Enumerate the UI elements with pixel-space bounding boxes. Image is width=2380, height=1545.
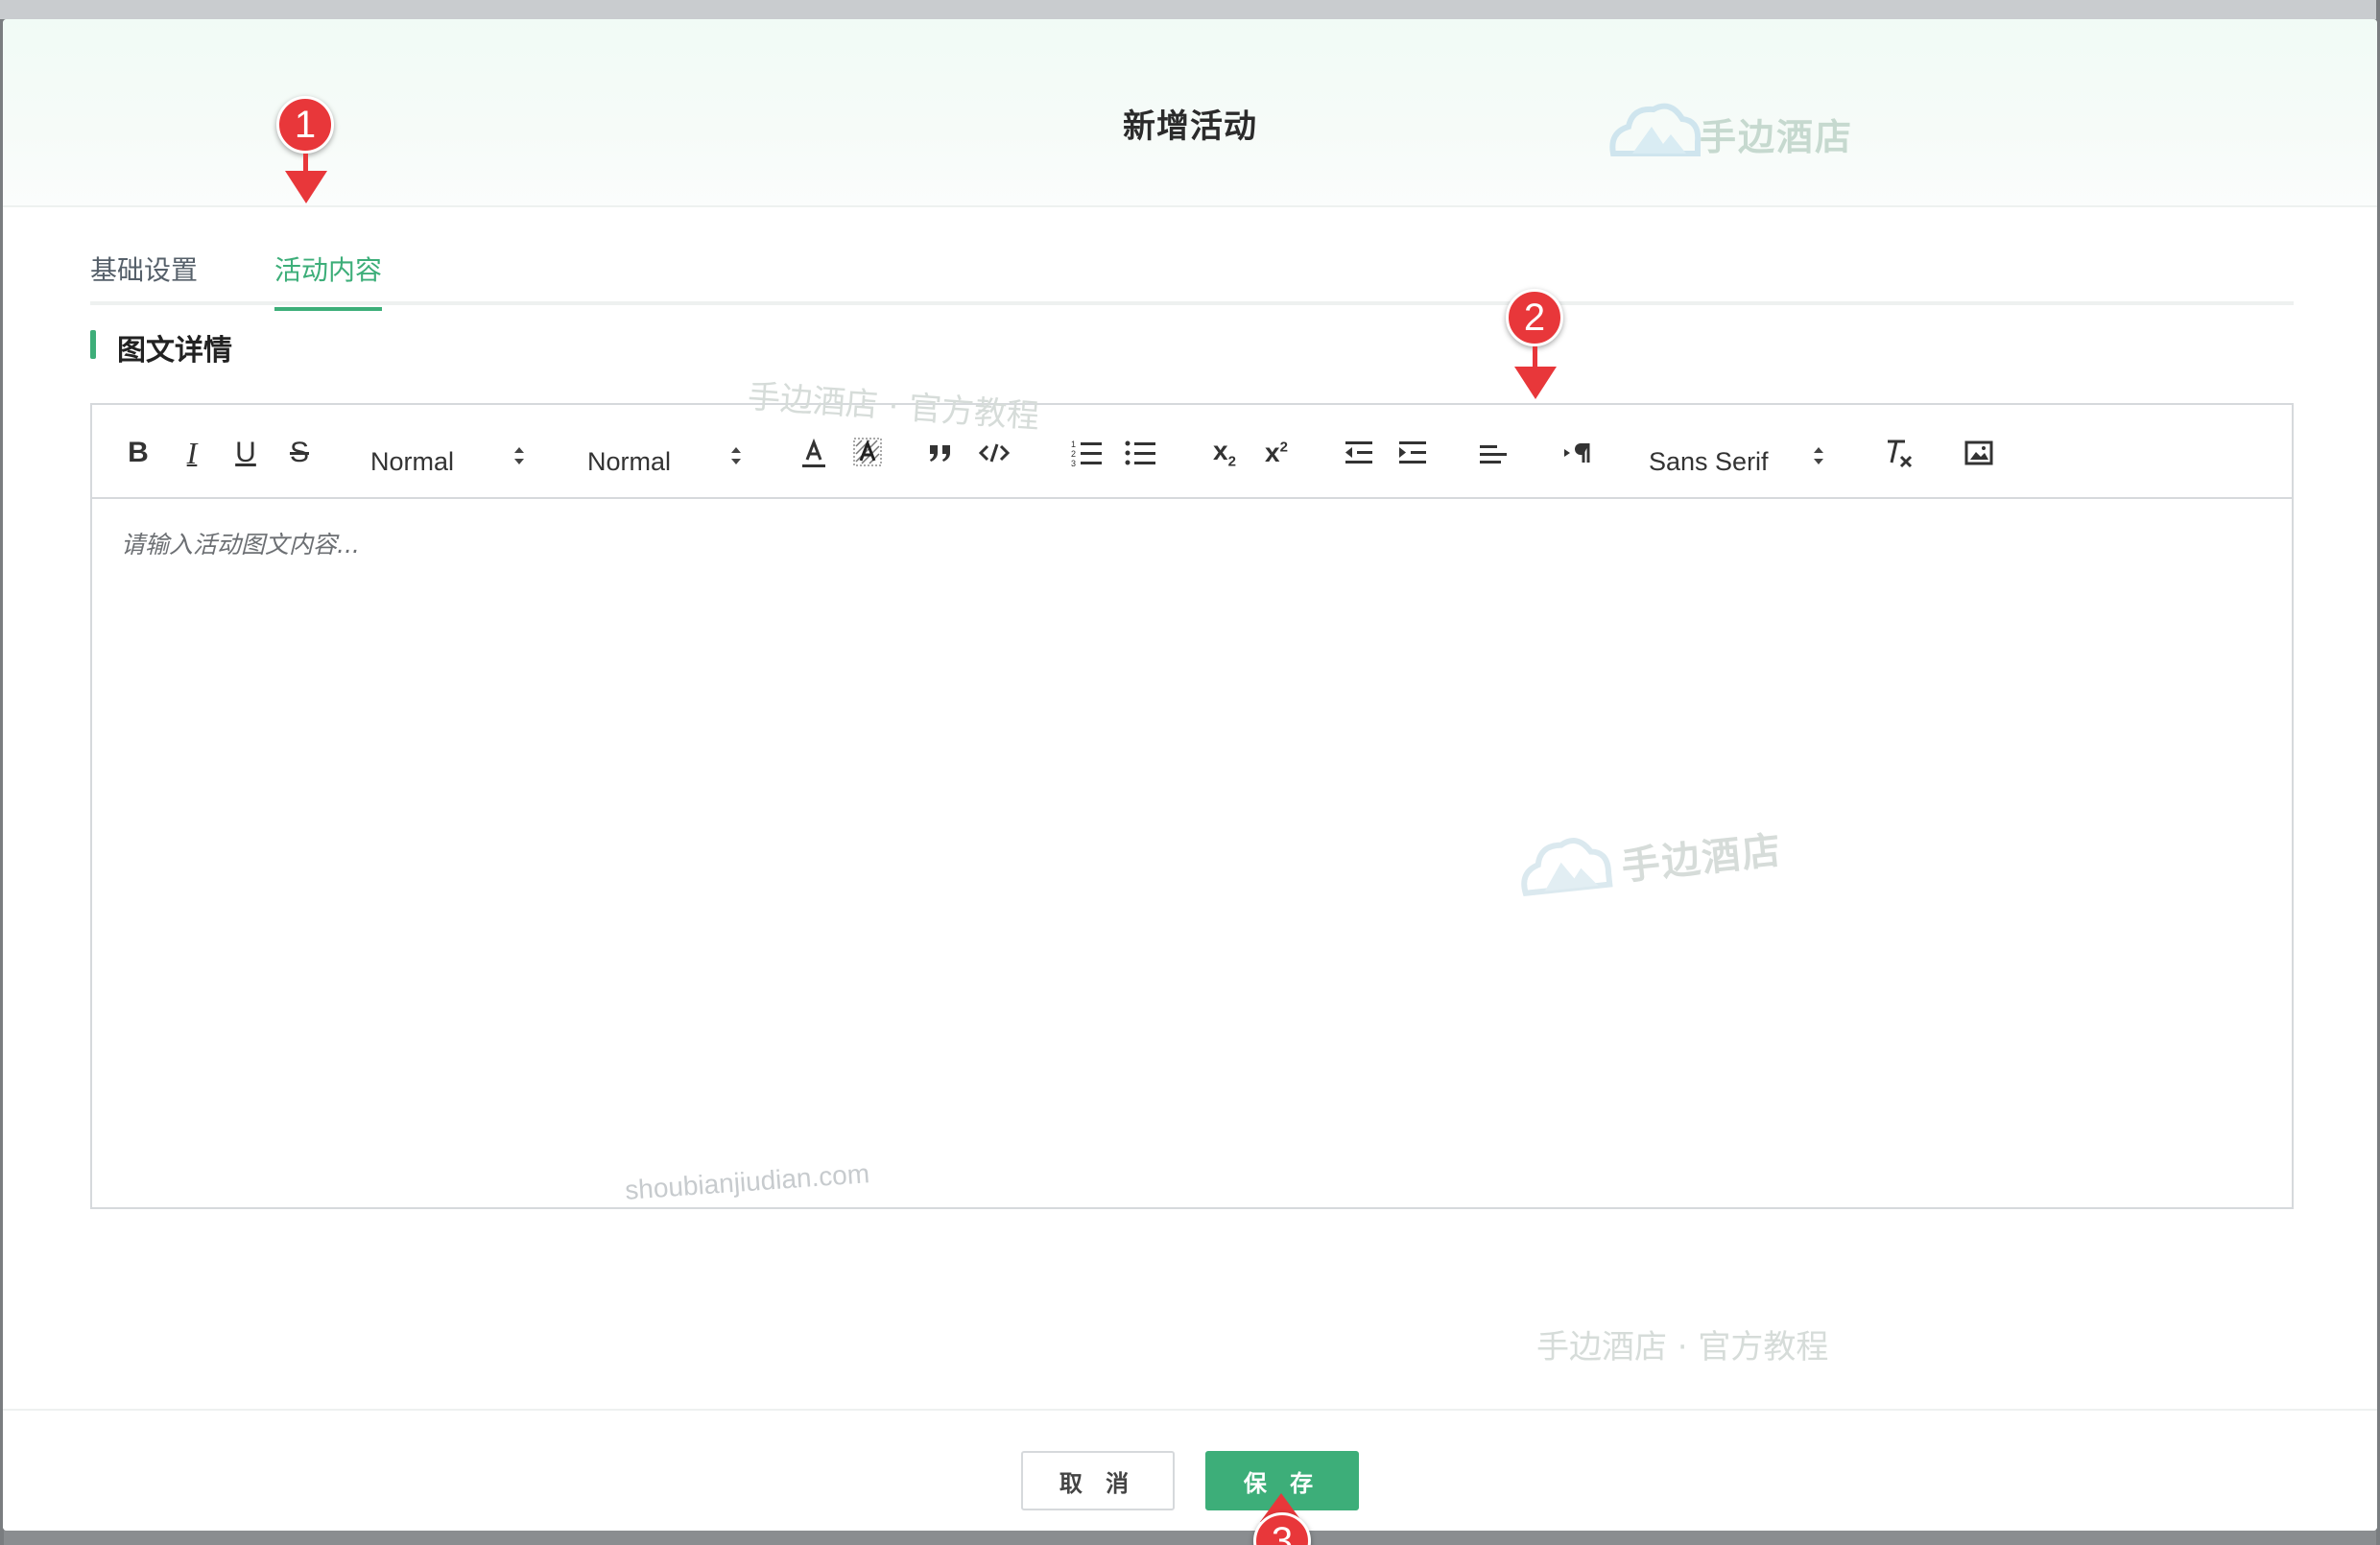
modal-title: 新增活动 (1123, 107, 1257, 146)
font-family-select[interactable]: Sans Serif (1649, 447, 1769, 477)
ordered-list-button[interactable]: 1 2 3 (1067, 436, 1106, 470)
superscript-button[interactable]: x2 (1257, 436, 1296, 470)
align-button[interactable] (1474, 436, 1512, 470)
outdent-button[interactable] (1340, 436, 1378, 470)
bold-icon: B (128, 437, 149, 468)
superscript-icon: x2 (1265, 438, 1288, 467)
editor-toolbar: B I U S Normal Normal 1 2 3 x2 x2 Sans S… (92, 405, 2292, 499)
italic-button[interactable]: I (175, 436, 209, 470)
callout-marker-1: 1 (276, 96, 334, 154)
svg-text:3: 3 (1071, 459, 1076, 467)
code-icon (978, 443, 1011, 463)
editor-placeholder: 请输入活动图文内容... (121, 531, 360, 559)
select-arrows-icon (1814, 447, 1823, 464)
quote-icon (930, 445, 950, 462)
tab-activity-content[interactable]: 活动内容 (274, 250, 383, 311)
font-color-icon (802, 438, 825, 467)
outdent-icon (1345, 441, 1372, 464)
background-color-button[interactable] (850, 436, 885, 470)
cancel-button[interactable]: 取 消 (1021, 1451, 1175, 1510)
ordered-list-icon: 1 2 3 (1071, 440, 1102, 467)
strikethrough-button[interactable]: S (282, 436, 317, 470)
editor-content-area[interactable]: 请输入活动图文内容... (92, 499, 2292, 1209)
section-title: 图文详情 (117, 334, 232, 368)
add-activity-modal: 新增活动 手边酒店 基础设置 活动内容 图文详情 B I U S Normal … (3, 19, 2377, 1531)
modal-header: 新增活动 手边酒店 (3, 19, 2377, 207)
italic-icon: I (186, 435, 198, 470)
clear-format-icon (1888, 440, 1913, 468)
text-direction-icon (1564, 443, 1590, 463)
bullet-list-button[interactable] (1121, 436, 1159, 470)
watermark-logo-icon (1521, 838, 1613, 897)
brand-logo-text: 手边酒店 (1700, 116, 1854, 158)
clear-format-button[interactable] (1879, 436, 1917, 470)
underline-icon: U (235, 437, 256, 468)
image-icon (1964, 440, 1993, 465)
blockquote-button[interactable] (923, 436, 958, 470)
tab-basic-settings[interactable]: 基础设置 (90, 250, 198, 309)
select-arrows-icon (514, 447, 524, 464)
modal-footer: 取 消 保 存 (3, 1409, 2377, 1531)
section-accent-bar (90, 330, 96, 359)
size-select[interactable]: Normal (587, 447, 671, 477)
font-color-button[interactable] (797, 436, 831, 470)
indent-icon (1399, 441, 1426, 464)
insert-image-button[interactable] (1960, 436, 1998, 470)
subscript-icon: x2 (1213, 436, 1236, 470)
svg-text:1: 1 (1071, 440, 1076, 449)
text-direction-button[interactable] (1559, 436, 1597, 470)
strikethrough-icon: S (289, 437, 309, 468)
rich-text-editor: B I U S Normal Normal 1 2 3 x2 x2 Sans S… (90, 403, 2294, 1209)
callout-arrowhead-1 (285, 171, 327, 203)
header-select[interactable]: Normal (370, 447, 454, 477)
svg-text:2: 2 (1071, 449, 1076, 459)
subscript-button[interactable]: x2 (1205, 436, 1244, 470)
underline-button[interactable]: U (228, 436, 263, 470)
watermark-text: 手边酒店 · 官方教程 (1536, 1328, 1829, 1367)
indent-button[interactable] (1393, 436, 1432, 470)
callout-marker-2: 2 (1506, 289, 1563, 346)
bullet-list-icon (1125, 440, 1155, 465)
background-app-topbar (0, 0, 2380, 19)
select-arrows-icon (731, 447, 741, 464)
background-color-icon (853, 438, 882, 466)
callout-arrowhead-2 (1514, 367, 1557, 399)
align-left-icon (1480, 445, 1507, 464)
bold-button[interactable]: B (121, 436, 155, 470)
code-block-button[interactable] (975, 436, 1013, 470)
tab-bar: 基础设置 活动内容 (90, 207, 2294, 311)
